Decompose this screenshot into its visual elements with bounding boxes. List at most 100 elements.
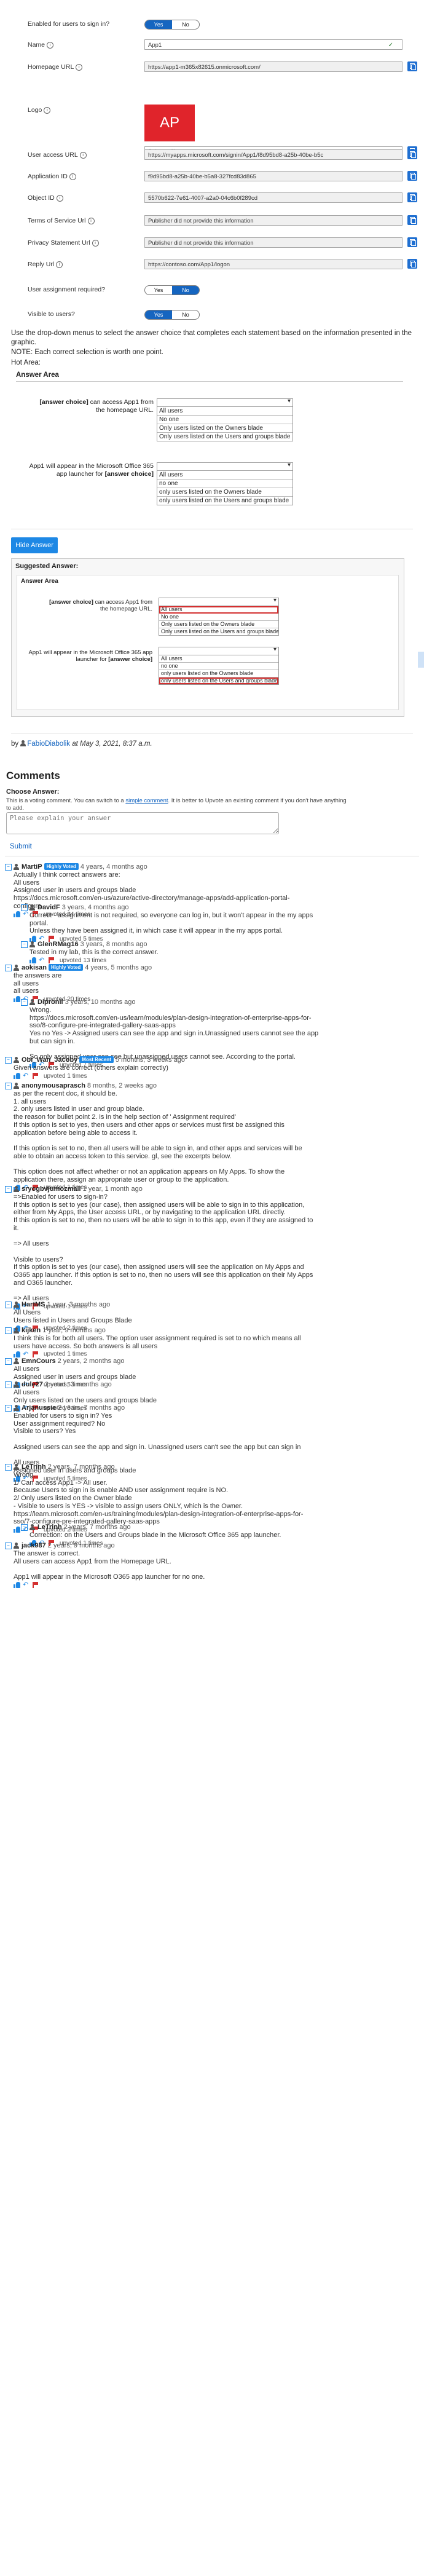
- side-scroll-tab[interactable]: [418, 652, 424, 668]
- property-value-field[interactable]: 5570b622-7e61-4007-a2a0-04c6b0f289cd: [144, 192, 402, 203]
- toggle-option-no[interactable]: No: [172, 286, 199, 294]
- comment-username[interactable]: kijken: [22, 1327, 41, 1334]
- dropdown-option[interactable]: All users: [159, 655, 278, 663]
- copy-icon[interactable]: [407, 171, 417, 181]
- info-icon[interactable]: i: [69, 173, 76, 180]
- collapse-icon[interactable]: −: [5, 1083, 12, 1089]
- copy-icon[interactable]: [407, 192, 417, 202]
- dropdown-option[interactable]: All users: [157, 407, 292, 416]
- collapse-icon[interactable]: −: [5, 1543, 12, 1549]
- property-value-field[interactable]: https://myapps.microsoft.com/signin/App1…: [144, 149, 402, 160]
- flag-icon[interactable]: [32, 1073, 39, 1080]
- dropdown-option[interactable]: no one: [157, 480, 292, 488]
- info-icon[interactable]: i: [47, 42, 54, 49]
- property-value-field[interactable]: Publisher did not provide this informati…: [144, 215, 402, 226]
- upvote-icon[interactable]: [14, 911, 20, 917]
- comment-username[interactable]: MartiP: [22, 863, 42, 871]
- submit-button[interactable]: Submit: [10, 843, 32, 850]
- reply-icon[interactable]: ↶: [39, 957, 45, 964]
- dropdown-option[interactable]: Only users listed on the Owners blade: [159, 621, 278, 628]
- collapse-icon[interactable]: −: [5, 1405, 12, 1412]
- dropdown-option[interactable]: only users listed on the Users and group…: [159, 678, 278, 684]
- collapse-icon[interactable]: −: [21, 1524, 28, 1531]
- dropdown-option[interactable]: All users: [159, 606, 278, 614]
- comment-username[interactable]: jack987: [22, 1542, 46, 1549]
- dropdown-header[interactable]: [159, 597, 278, 606]
- comment-username[interactable]: Dipronil: [37, 998, 63, 1006]
- hide-answer-button[interactable]: Hide Answer: [11, 537, 58, 553]
- toggle-option-yes[interactable]: Yes: [145, 20, 172, 29]
- reply-icon[interactable]: ↶: [23, 1351, 29, 1357]
- comment-username[interactable]: aokisan: [22, 964, 47, 971]
- collapse-icon[interactable]: −: [5, 1302, 12, 1308]
- info-icon[interactable]: i: [87, 218, 95, 224]
- dropdown-option[interactable]: No one: [159, 614, 278, 621]
- collapse-icon[interactable]: −: [21, 941, 28, 948]
- reply-icon[interactable]: ↶: [23, 1582, 29, 1589]
- collapse-icon[interactable]: −: [5, 1327, 12, 1334]
- comment-username[interactable]: LeTrinh: [22, 1463, 46, 1471]
- flag-icon[interactable]: [32, 1582, 39, 1589]
- upvote-icon[interactable]: [14, 1073, 20, 1080]
- statement-2-dropdown[interactable]: All usersno oneonly users listed on the …: [157, 462, 293, 505]
- toggle-option-no[interactable]: No: [172, 310, 199, 319]
- comment-username[interactable]: sryogbvjumozmall: [22, 1185, 81, 1193]
- collapse-icon[interactable]: −: [5, 1057, 12, 1064]
- collapse-icon[interactable]: −: [5, 1381, 12, 1388]
- upvote-icon[interactable]: [14, 996, 20, 1003]
- comment-username[interactable]: dule27: [22, 1381, 43, 1388]
- dropdown-option[interactable]: only users listed on the Users and group…: [157, 497, 292, 505]
- toggle-option-yes[interactable]: Yes: [145, 310, 172, 319]
- dropdown-option[interactable]: only users listed on the Owners blade: [157, 488, 292, 497]
- comment-username[interactable]: EmnCours: [22, 1357, 56, 1365]
- upvote-icon[interactable]: [29, 957, 36, 964]
- toggle-option-no[interactable]: No: [172, 20, 199, 29]
- dropdown-option[interactable]: No one: [157, 416, 292, 424]
- flag-icon[interactable]: [32, 1351, 39, 1357]
- collapse-icon[interactable]: −: [5, 864, 12, 871]
- upvote-icon[interactable]: [14, 1527, 20, 1533]
- property-value-field[interactable]: https://app1-m365x82615.onmicrosoft.com/: [144, 61, 402, 72]
- simple-comment-link[interactable]: simple comment: [125, 797, 168, 804]
- upvote-icon[interactable]: [14, 1582, 20, 1589]
- collapse-icon[interactable]: −: [5, 1464, 12, 1471]
- info-icon[interactable]: i: [56, 261, 63, 268]
- info-icon[interactable]: i: [79, 152, 87, 159]
- statement-1-dropdown[interactable]: All usersNo oneOnly users listed on the …: [157, 398, 293, 441]
- dropdown-header[interactable]: [157, 462, 292, 471]
- property-value-field[interactable]: Publisher did not provide this informati…: [144, 237, 402, 248]
- collapse-icon[interactable]: −: [5, 965, 12, 971]
- dropdown-option[interactable]: Only users listed on the Owners blade: [157, 424, 292, 433]
- yes-no-toggle[interactable]: Yes No: [144, 310, 200, 320]
- copy-icon[interactable]: [407, 215, 417, 225]
- collapse-icon[interactable]: −: [21, 904, 28, 911]
- info-icon[interactable]: i: [76, 64, 83, 71]
- dropdown-option[interactable]: All users: [157, 471, 292, 480]
- comment-username[interactable]: DavidF: [37, 904, 60, 911]
- name-input[interactable]: App1 ✓: [144, 39, 402, 50]
- author-link[interactable]: FabioDiabolik: [27, 740, 70, 748]
- yes-no-toggle[interactable]: Yes No: [144, 285, 200, 295]
- dropdown-option[interactable]: no one: [159, 663, 278, 670]
- dropdown-header[interactable]: [159, 646, 278, 655]
- comment-username[interactable]: Arjanussie: [22, 1404, 56, 1412]
- comment-username[interactable]: HartMS: [22, 1301, 45, 1308]
- copy-icon[interactable]: [407, 61, 417, 71]
- reply-icon[interactable]: ↶: [23, 1073, 29, 1080]
- dropdown-option[interactable]: Only users listed on the Users and group…: [157, 433, 292, 441]
- dropdown-option[interactable]: only users listed on the Owners blade: [159, 670, 278, 678]
- toggle-option-yes[interactable]: Yes: [145, 286, 172, 294]
- collapse-icon[interactable]: −: [5, 1186, 12, 1193]
- upvote-icon[interactable]: [14, 1351, 20, 1357]
- comment-username[interactable]: LeTrinh: [37, 1523, 62, 1531]
- property-value-field[interactable]: f9d95bd8-a25b-40be-b5a8-327fcd83d865: [144, 171, 402, 181]
- copy-icon[interactable]: [407, 149, 417, 159]
- comment-textarea[interactable]: [6, 812, 279, 834]
- property-value-field[interactable]: https://contoso.com/App1/logon: [144, 259, 402, 269]
- dropdown-header[interactable]: [157, 398, 292, 407]
- flag-icon[interactable]: [48, 957, 55, 964]
- collapse-icon[interactable]: −: [5, 1358, 12, 1365]
- comment-username[interactable]: GlenRMag16: [37, 941, 79, 948]
- info-icon[interactable]: i: [92, 240, 99, 247]
- info-icon[interactable]: i: [44, 107, 51, 114]
